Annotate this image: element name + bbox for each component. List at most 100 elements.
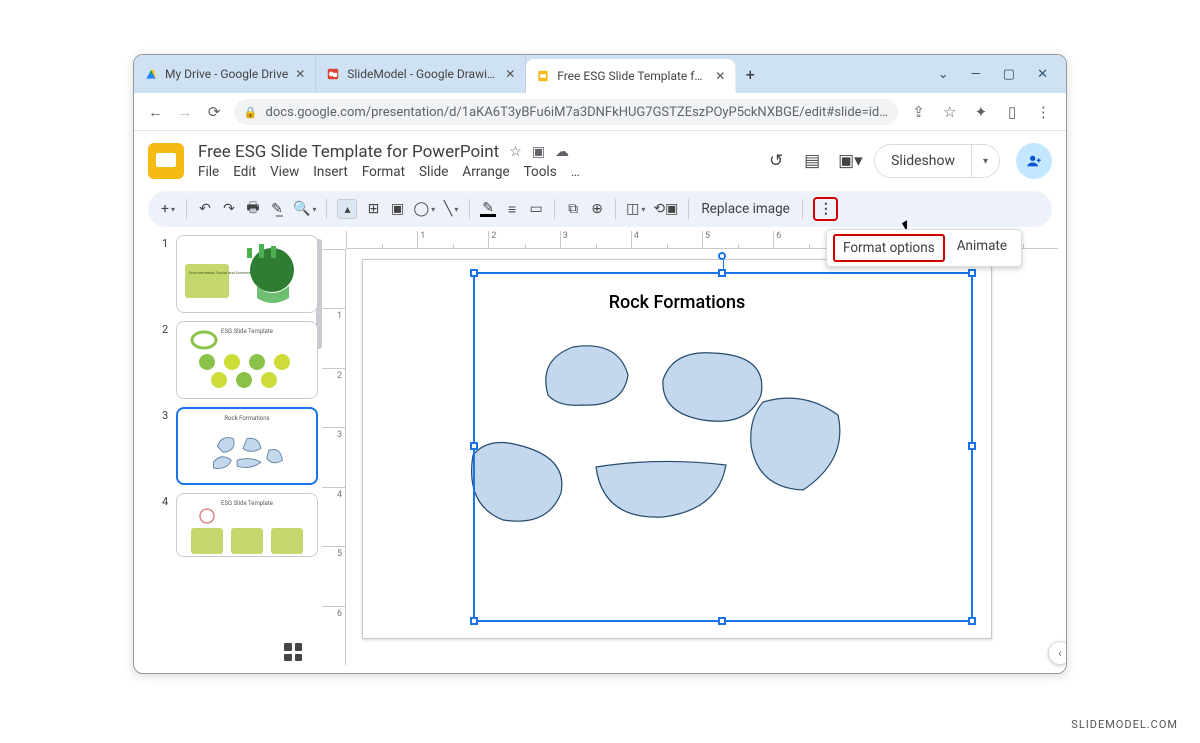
doc-title[interactable]: Free ESG Slide Template for PowerPoint [198, 142, 499, 162]
workspace: 1 Environmental, Social and Governance 2… [134, 231, 1066, 673]
maximize-icon[interactable]: ▢ [1003, 67, 1015, 82]
omnibox[interactable]: 🔒 docs.google.com/presentation/d/1aKA6T3… [234, 99, 898, 125]
cloud-status-icon[interactable]: ☁ [555, 144, 569, 160]
slide-thumbnail-2[interactable]: ESG Slide Template [176, 321, 318, 399]
chrome-menu-icon[interactable]: ⋮ [1033, 103, 1054, 121]
animate-menuitem[interactable]: Animate [949, 234, 1015, 262]
border-dash-button[interactable]: ▭ [528, 197, 544, 221]
menu-slide[interactable]: Slide [419, 164, 448, 180]
share-button[interactable] [1016, 143, 1052, 179]
browser-tab-drive[interactable]: My Drive - Google Drive ✕ [134, 55, 316, 93]
drawings-icon [326, 67, 340, 81]
resize-handle[interactable] [470, 269, 478, 277]
slide-canvas[interactable]: Rock Formations [362, 259, 992, 639]
replace-image-button[interactable]: Replace image [699, 201, 791, 217]
crop-button[interactable]: ◫ [626, 197, 645, 221]
resize-handle[interactable] [470, 617, 478, 625]
menu-tools[interactable]: Tools [524, 164, 557, 180]
selection-box[interactable] [473, 272, 973, 622]
thumbnail-row[interactable]: 1 Environmental, Social and Governance [162, 235, 318, 313]
link-button[interactable]: ⧉ [565, 197, 581, 221]
more-options-button[interactable]: ⋮ [813, 197, 838, 221]
line-button[interactable]: ╲ [443, 197, 459, 221]
account-icon[interactable]: ▯ [1002, 103, 1023, 121]
slide-thumbnail-4[interactable]: ESG Slide Template [176, 493, 318, 557]
browser-tab-slides[interactable]: Free ESG Slide Template for Pow ✕ [526, 59, 736, 93]
slideshow-button-group: Slideshow ▾ [874, 144, 1000, 178]
close-icon[interactable]: ✕ [295, 67, 305, 81]
new-tab-button[interactable]: + [736, 55, 764, 93]
svg-text:Environmental, Social and Gove: Environmental, Social and Governance [189, 270, 257, 275]
collapse-sidepanel-button[interactable]: ‹ [1048, 641, 1067, 665]
image-button[interactable]: ▣ [389, 197, 405, 221]
resize-handle[interactable] [718, 269, 726, 277]
shape-button[interactable]: ◯ [413, 197, 435, 221]
slides-logo-icon[interactable] [148, 143, 184, 179]
paint-format-button[interactable]: ✎̲ [269, 197, 285, 221]
minimize-icon[interactable]: — [971, 67, 981, 82]
more-vert-icon: ⋮ [819, 201, 832, 217]
tab-label: My Drive - Google Drive [165, 67, 288, 81]
thumbnail-row[interactable]: 2 ESG Slide Template [162, 321, 318, 399]
zoom-button[interactable]: 🔍 [293, 197, 316, 221]
resize-handle[interactable] [470, 442, 478, 450]
new-slide-button[interactable]: + [160, 197, 176, 221]
resize-handle[interactable] [968, 617, 976, 625]
grid-view-button[interactable] [284, 643, 302, 661]
move-icon[interactable]: ▣ [532, 144, 545, 160]
star-outline-icon[interactable]: ☆ [509, 144, 522, 160]
redo-button[interactable]: ↷ [221, 197, 237, 221]
close-window-icon[interactable]: ✕ [1037, 67, 1048, 82]
comments-icon[interactable]: ▤ [802, 151, 822, 171]
thumbnail-row[interactable]: 3 Rock Formations [162, 407, 318, 485]
slideshow-button[interactable]: Slideshow [875, 145, 971, 177]
chevron-down-icon[interactable]: ⌄ [938, 67, 949, 82]
slide-thumbnail-1[interactable]: Environmental, Social and Governance [176, 235, 318, 313]
print-button[interactable]: 🖶 [245, 197, 261, 221]
slide-thumbnail-3[interactable]: Rock Formations [176, 407, 318, 485]
format-options-menuitem[interactable]: Format options [833, 234, 945, 262]
menu-edit[interactable]: Edit [233, 164, 256, 180]
reload-button[interactable]: ⟳ [205, 103, 224, 121]
menu-arrange[interactable]: Arrange [462, 164, 509, 180]
close-icon[interactable]: ✕ [505, 67, 515, 81]
share-icon[interactable]: ⇪ [908, 103, 929, 121]
back-button[interactable]: ← [146, 103, 165, 121]
comment-add-button[interactable]: ⊕ [589, 197, 605, 221]
slide-number: 4 [162, 493, 170, 557]
slide-number: 1 [162, 235, 170, 313]
rotate-handle[interactable] [718, 252, 726, 260]
address-bar: ← → ⟳ 🔒 docs.google.com/presentation/d/1… [134, 93, 1066, 131]
forward-button[interactable]: → [175, 103, 194, 121]
browser-tab-drawings[interactable]: SlideModel - Google Drawings ✕ [316, 55, 526, 93]
extensions-icon[interactable]: ✦ [970, 103, 991, 121]
resize-handle[interactable] [718, 617, 726, 625]
browser-window: My Drive - Google Drive ✕ SlideModel - G… [133, 54, 1067, 674]
textbox-button[interactable]: ⊞ [365, 197, 381, 221]
canvas-area: 1 2 3 4 5 6 7 8 9 1 2 3 4 5 6 Rock Forma… [322, 231, 1066, 673]
resize-handle[interactable] [968, 442, 976, 450]
menu-bar: File Edit View Insert Format Slide Arran… [198, 164, 580, 180]
reset-image-button[interactable]: ⟲▣ [653, 197, 678, 221]
star-icon[interactable]: ☆ [939, 103, 960, 121]
thumbnail-panel: 1 Environmental, Social and Governance 2… [162, 231, 322, 673]
resize-handle[interactable] [968, 269, 976, 277]
border-weight-button[interactable]: ≡ [504, 197, 520, 221]
menu-view[interactable]: View [270, 164, 299, 180]
meet-icon[interactable]: ▣▾ [838, 151, 858, 171]
border-color-button[interactable]: ✎ [480, 201, 496, 217]
menu-format[interactable]: Format [362, 164, 405, 180]
toolbar-container: + ↶ ↷ 🖶 ✎̲ 🔍 ▴ ⊞ ▣ ◯ ╲ ✎ ≡ ▭ ⧉ ⊕ ◫ ⟲▣ Re… [134, 191, 1066, 231]
select-tool[interactable]: ▴ [337, 199, 357, 219]
slides-icon [536, 69, 550, 83]
close-icon[interactable]: ✕ [715, 69, 725, 83]
menu-more[interactable]: … [571, 164, 580, 180]
slideshow-dropdown[interactable]: ▾ [971, 145, 999, 177]
thumbnail-row[interactable]: 4 ESG Slide Template [162, 493, 318, 557]
undo-button[interactable]: ↶ [197, 197, 213, 221]
menu-file[interactable]: File [198, 164, 219, 180]
history-icon[interactable]: ↺ [766, 151, 786, 171]
menu-insert[interactable]: Insert [313, 164, 348, 180]
url-text: docs.google.com/presentation/d/1aKA6T3yB… [266, 105, 888, 120]
slide-number: 3 [162, 407, 170, 485]
